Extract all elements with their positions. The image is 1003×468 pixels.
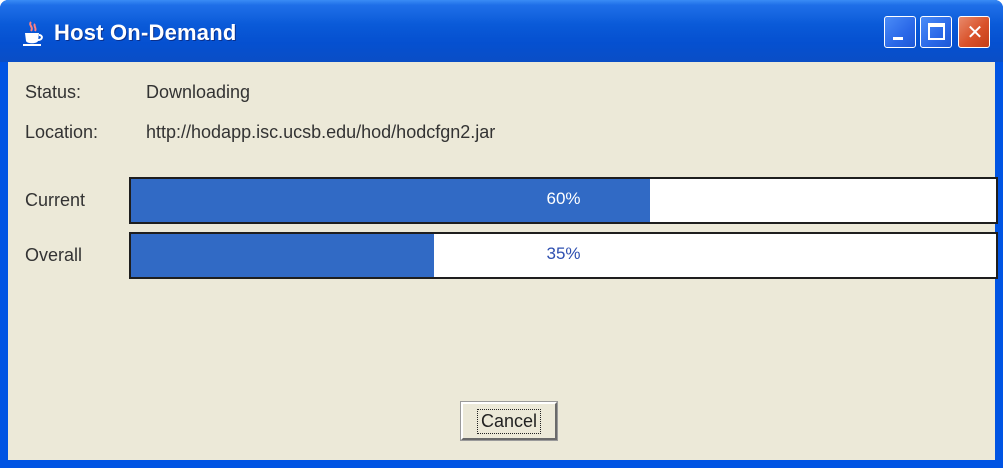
overall-progress-label: Overall xyxy=(25,245,83,265)
download-dialog-window: Host On-Demand ✕ Status: Downloading Loc… xyxy=(0,0,1003,468)
dialog-content: Status: Downloading Location: http://hod… xyxy=(8,62,998,460)
location-value: http://hodapp.isc.ucsb.edu/hod/hodcfgn2.… xyxy=(146,122,496,142)
maximize-button[interactable] xyxy=(920,16,952,48)
location-label: Location: xyxy=(25,122,99,142)
close-icon: ✕ xyxy=(966,20,984,44)
minimize-icon xyxy=(893,37,903,40)
cancel-button-label: Cancel xyxy=(476,408,542,434)
maximize-icon xyxy=(928,23,945,40)
status-label: Status: xyxy=(25,82,82,102)
title-bar[interactable]: Host On-Demand ✕ xyxy=(0,0,1003,62)
cancel-button[interactable]: Cancel xyxy=(460,401,558,441)
current-progress-bar: 60% xyxy=(129,177,998,224)
close-button[interactable]: ✕ xyxy=(958,16,990,48)
minimize-button[interactable] xyxy=(884,16,916,48)
current-progress-text: 60% xyxy=(131,179,996,222)
overall-progress-percent: 35% xyxy=(546,244,581,263)
overall-progress-bar: 35% xyxy=(129,232,998,279)
java-coffee-cup-icon xyxy=(23,21,43,46)
status-value: Downloading xyxy=(146,82,251,102)
window-title: Host On-Demand xyxy=(54,20,237,45)
overall-progress-text: 35% xyxy=(131,234,996,277)
current-progress-percent: 60% xyxy=(546,189,581,208)
current-progress-label: Current xyxy=(25,190,86,210)
